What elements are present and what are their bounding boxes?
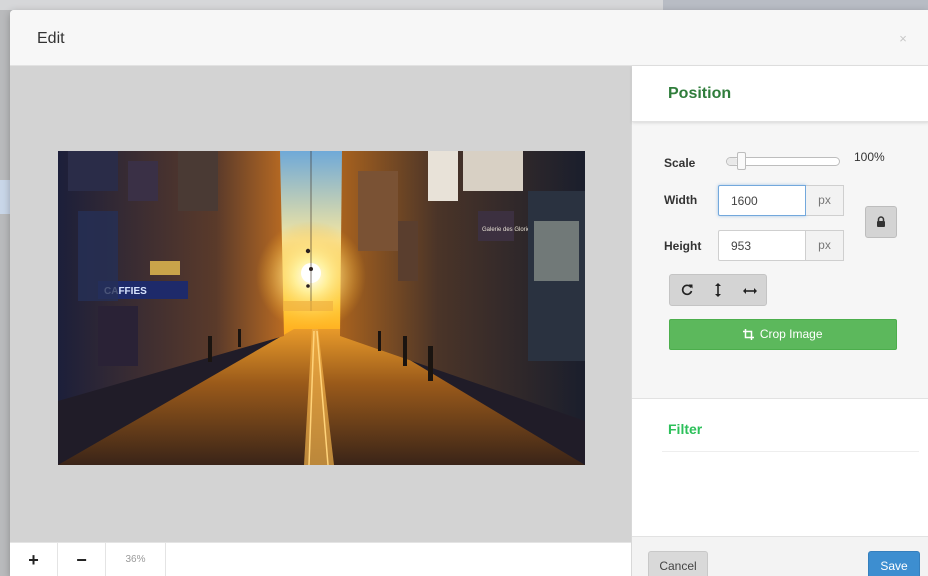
save-button[interactable]: Save: [868, 551, 920, 576]
close-icon[interactable]: ×: [896, 32, 910, 46]
width-unit: px: [806, 185, 844, 216]
rotate-icon: [681, 284, 693, 296]
width-label: Width: [664, 193, 698, 207]
crop-image-label: Crop Image: [759, 327, 823, 341]
filter-heading: Filter: [668, 421, 703, 437]
scale-slider-handle[interactable]: [737, 152, 747, 170]
backdrop-strip: [663, 0, 928, 10]
rotate-button[interactable]: [671, 275, 703, 305]
filter-section[interactable]: Filter: [632, 398, 928, 536]
flip-vertical-icon: [715, 283, 721, 297]
position-section-header[interactable]: Position: [632, 66, 928, 122]
settings-panel: Position Scale 100% Width 1600 px Height…: [631, 66, 928, 576]
gallery-sign-text: Galerie des Glories: [482, 227, 533, 233]
cancel-button[interactable]: Cancel: [648, 551, 708, 576]
height-input[interactable]: 953: [718, 230, 806, 261]
lock-icon: [877, 216, 885, 227]
filter-divider: [662, 451, 919, 452]
zoom-out-button[interactable]: −: [58, 543, 106, 576]
street-photo: CAFFIES Galerie des Glories: [58, 151, 585, 465]
flip-horizontal-icon: [743, 288, 757, 294]
canvas-toolbar: + − 36%: [10, 542, 631, 576]
crop-icon: [743, 329, 755, 340]
height-label: Height: [664, 239, 702, 253]
modal-header: Edit ×: [10, 10, 928, 66]
width-input[interactable]: 1600: [718, 185, 806, 216]
flip-horizontal-button[interactable]: [734, 275, 766, 305]
backdrop: [0, 0, 928, 10]
transform-toolbar: [669, 274, 767, 306]
position-heading: Position: [668, 85, 732, 102]
panel-footer: Cancel Save: [632, 536, 928, 576]
scale-label: Scale: [664, 156, 696, 170]
flip-vertical-button[interactable]: [702, 275, 734, 305]
image-canvas[interactable]: CAFFIES Galerie des Glories: [10, 66, 631, 542]
backdrop-left-edge: [0, 180, 10, 214]
modal-title: Edit: [37, 30, 65, 47]
edit-modal: Edit × CAFFIES Galerie des Glories + − 3…: [10, 10, 928, 576]
scale-value: 100%: [854, 150, 885, 164]
zoom-in-button[interactable]: +: [10, 543, 58, 576]
crop-image-button[interactable]: Crop Image: [669, 319, 897, 350]
aspect-lock-button[interactable]: [865, 206, 897, 238]
edited-image[interactable]: CAFFIES Galerie des Glories: [58, 151, 585, 465]
height-unit: px: [806, 230, 844, 261]
zoom-level: 36%: [106, 543, 166, 576]
